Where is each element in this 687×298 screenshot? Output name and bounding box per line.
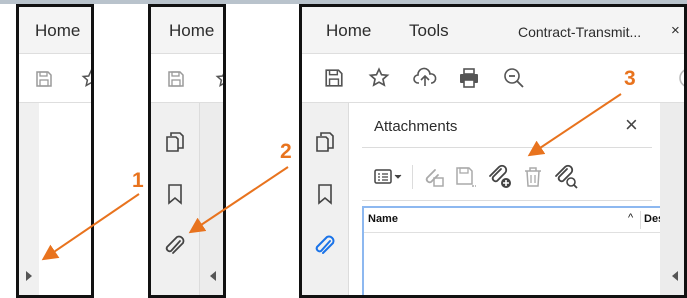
attachments-panel-title: Attachments (374, 118, 458, 135)
panel-divider (362, 200, 652, 201)
search-attachment-icon[interactable] (553, 164, 579, 190)
paperclip-icon[interactable] (164, 234, 186, 258)
column-name[interactable]: Name (368, 213, 398, 225)
screenshot-panel-collapsed: Home (16, 4, 94, 298)
menu-tools[interactable]: Tools (409, 21, 449, 41)
open-attachment-icon[interactable] (421, 165, 445, 189)
document-edge (200, 103, 223, 295)
panel-divider (362, 147, 652, 148)
zoom-out-icon[interactable] (503, 67, 525, 89)
document-edge (660, 103, 684, 295)
paperclip-icon-active[interactable] (314, 234, 336, 258)
bookmark-icon[interactable] (167, 183, 183, 205)
star-icon[interactable] (81, 69, 94, 89)
expand-nav-pane-icon[interactable] (24, 270, 34, 282)
pages-icon[interactable] (315, 131, 335, 153)
toolbar (19, 54, 91, 103)
star-icon[interactable] (368, 67, 390, 89)
save-icon[interactable] (167, 70, 185, 88)
save-icon[interactable] (35, 70, 53, 88)
more-tools-icon[interactable] (678, 67, 687, 89)
close-panel-icon[interactable]: × (625, 112, 638, 138)
collapse-nav-pane-icon[interactable] (670, 270, 680, 282)
callout-number-1: 1 (132, 169, 144, 192)
menu-home[interactable]: Home (326, 21, 371, 41)
callout-number-3: 3 (624, 67, 636, 90)
list-options-icon[interactable] (374, 168, 404, 186)
screenshot-panel-nav-icons: Home (148, 4, 226, 298)
bookmark-icon[interactable] (317, 183, 333, 205)
nav-pane (302, 103, 349, 295)
sort-ascending-icon[interactable]: ^ (628, 212, 633, 224)
callout-number-2: 2 (280, 140, 292, 163)
menu-bar: Home (151, 7, 223, 54)
toolbar (151, 54, 223, 103)
column-separator (640, 211, 641, 229)
pages-icon[interactable] (165, 131, 185, 153)
toolbar-separator (412, 165, 413, 189)
menu-bar: Home (19, 7, 91, 54)
print-icon[interactable] (458, 67, 480, 89)
nav-pane (151, 103, 200, 295)
save-attachment-icon[interactable] (454, 165, 478, 189)
menu-bar: Home Tools Contract-Transmit... × (302, 7, 684, 54)
close-tab-icon[interactable]: × (671, 22, 680, 39)
attachments-list-header: Name ^ Des (364, 208, 664, 233)
upload-icon[interactable] (413, 67, 437, 89)
delete-icon[interactable] (522, 165, 544, 189)
screenshot-panel-attachments: Home Tools Contract-Transmit... × Attach… (299, 4, 687, 298)
attachments-list[interactable]: Name ^ Des (362, 206, 664, 295)
collapsed-nav-pane (19, 103, 39, 295)
star-icon[interactable] (215, 69, 226, 89)
menu-home[interactable]: Home (169, 21, 214, 41)
add-attachment-icon[interactable] (487, 164, 513, 190)
menu-home[interactable]: Home (35, 21, 80, 41)
save-icon[interactable] (324, 68, 344, 88)
collapse-nav-pane-icon[interactable] (208, 270, 218, 282)
document-tab-label[interactable]: Contract-Transmit... (518, 24, 641, 40)
